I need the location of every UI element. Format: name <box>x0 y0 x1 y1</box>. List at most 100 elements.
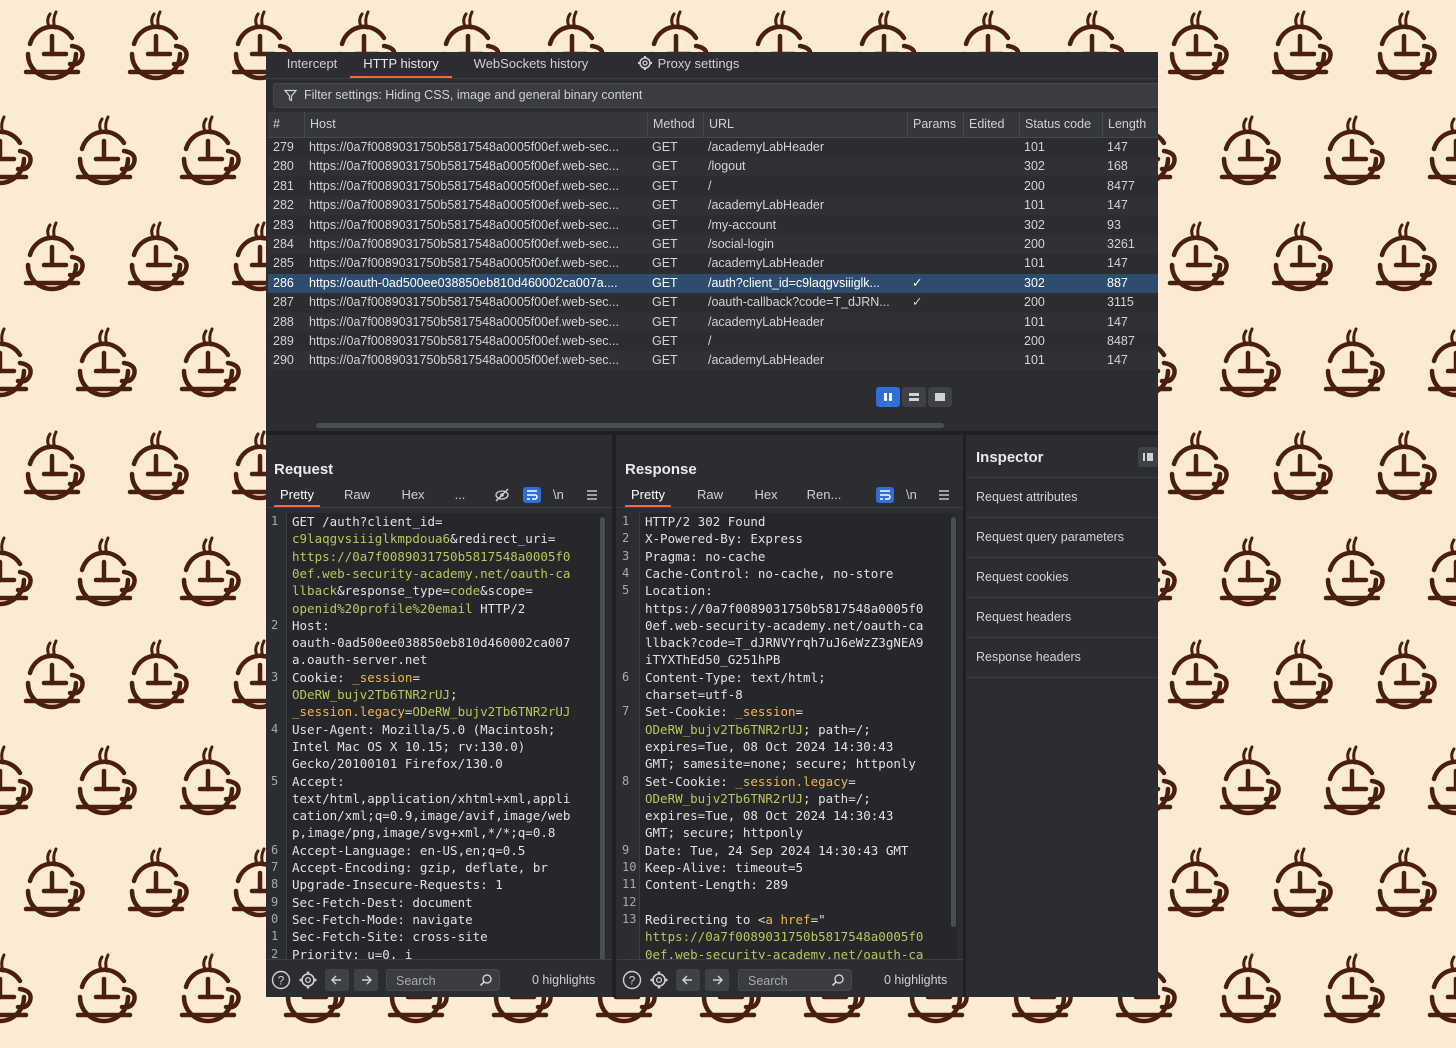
response-line-numbers: 1 2 3 4 5 6 7 8 9 10 11 12 13 <box>619 513 640 997</box>
table-cell-method: GET <box>652 237 678 251</box>
column-header[interactable]: Length <box>1102 112 1158 137</box>
menu-icon[interactable] <box>935 487 953 503</box>
response-editor[interactable]: 1 2 3 4 5 6 7 8 9 10 11 12 13 HTTP/2 302 Found X-Powe… <box>619 513 957 997</box>
code-token: Accept: <box>292 773 345 789</box>
table-cell-length: 147 <box>1107 314 1128 329</box>
coffee-cup-pattern-icon <box>1427 117 1456 186</box>
code-token: llback?code=T_dJRNVYrqh7uJ6eWzZ3gNEA9 <box>645 635 924 651</box>
line-number: 1 <box>271 929 279 944</box>
request-tab-pretty[interactable]: Pretty <box>274 485 320 507</box>
previous-match-button[interactable] <box>676 969 700 991</box>
coffee-cup-pattern-icon <box>23 10 85 81</box>
inspector-request-headers[interactable]: Request headers <box>966 597 1158 637</box>
line-number: 10 <box>622 860 637 874</box>
coffee-cup-pattern-icon <box>179 745 241 816</box>
column-header[interactable]: URL <box>703 112 907 137</box>
column-header[interactable]: Status code <box>1019 112 1102 137</box>
next-match-button[interactable] <box>705 969 729 991</box>
request-scrollbar[interactable] <box>600 517 605 987</box>
wrap-icon[interactable] <box>523 487 541 503</box>
code-line: expires=Tue, 08 Oct 2024 14:30:43 <box>645 807 893 824</box>
table-cell-params: ✓ <box>912 275 923 290</box>
coffee-cup-pattern-icon <box>1323 115 1385 186</box>
response-tab-hex[interactable]: Hex <box>747 485 785 505</box>
table-cell-method: GET <box>652 314 678 329</box>
newline-icon[interactable]: \n <box>553 487 571 503</box>
column-header[interactable]: Method <box>647 112 703 137</box>
wrap-icon[interactable] <box>876 487 894 503</box>
table-row[interactable]: 289 https://0a7f0089031750b5817548a0005f0… <box>268 332 1158 351</box>
filter-settings-bar[interactable]: Filter settings: Hiding CSS, image and g… <box>273 83 1158 108</box>
request-tab-hex[interactable]: Hex <box>394 485 432 505</box>
layout-tabs-button[interactable] <box>928 387 952 407</box>
next-match-button[interactable] <box>354 969 378 991</box>
table-row[interactable]: 281 https://0a7f0089031750b5817548a0005f0… <box>268 177 1158 196</box>
code-line: User-Agent: Mozilla/5.0 (Macintosh; <box>292 721 555 738</box>
coffee-cup-pattern-icon <box>1375 639 1437 710</box>
table-row[interactable]: 284 https://0a7f0089031750b5817548a0005f0… <box>268 235 1158 254</box>
layout-toggle <box>876 387 956 409</box>
table-row[interactable]: 290 https://0a7f0089031750b5817548a0005f0… <box>268 351 1158 371</box>
request-search-input[interactable]: Search <box>386 969 500 991</box>
column-header[interactable]: # <box>268 112 304 137</box>
code-token: llback <box>292 583 338 599</box>
table-cell-host: https://oauth-0ad500ee038850eb810d460002… <box>309 275 618 290</box>
table-row[interactable]: 282 https://0a7f0089031750b5817548a0005f0… <box>268 196 1158 216</box>
column-header[interactable]: Edited <box>963 112 1019 137</box>
coffee-cup-pattern-icon <box>127 847 189 918</box>
table-row[interactable]: 287 https://0a7f0089031750b5817548a0005f0… <box>268 293 1158 312</box>
coffee-cup-pattern-icon <box>0 953 33 1024</box>
table-horizontal-scrollbar[interactable] <box>316 423 944 428</box>
table-row[interactable]: 288 https://0a7f0089031750b5817548a0005f0… <box>268 312 1158 332</box>
line-number: 3 <box>271 669 279 684</box>
table-cell-num: 284 <box>273 237 294 251</box>
request-tab-raw[interactable]: Raw <box>336 485 378 505</box>
coffee-cup-pattern-icon <box>1219 536 1281 607</box>
gear-icon[interactable] <box>649 970 669 990</box>
line-number: 12 <box>622 894 637 909</box>
response-search-input[interactable]: Search <box>738 969 852 991</box>
request-editor[interactable]: 123456789012345 GET /auth?client_id=c9la… <box>268 513 606 997</box>
menu-icon[interactable] <box>583 487 601 503</box>
table-row[interactable]: 286 https://oauth-0ad500ee038850eb810d460… <box>268 273 1158 293</box>
help-icon[interactable]: ? <box>271 970 291 990</box>
coffee-cup-pattern-icon <box>1167 430 1229 501</box>
line-number: 8 <box>271 877 279 892</box>
inspector-response-headers[interactable]: Response headers <box>966 637 1158 678</box>
code-line: iTYXThEd50_G251hPB <box>645 651 780 668</box>
tab-proxy-settings[interactable]: Proxy settings <box>632 52 744 78</box>
code-token: ODeRW_bujv2Tb6TNR2rUJ <box>412 704 571 720</box>
tab-intercept[interactable]: Intercept <box>272 52 352 78</box>
inspector-request-attributes[interactable]: Request attributes <box>966 477 1158 517</box>
layout-stacked-button[interactable] <box>902 387 926 407</box>
eye-off-icon[interactable] <box>493 487 511 503</box>
gear-icon[interactable] <box>298 970 318 990</box>
tab-http-history[interactable]: HTTP history <box>350 52 452 78</box>
table-row[interactable]: 280 https://0a7f0089031750b5817548a0005f0… <box>268 157 1158 177</box>
table-row[interactable]: 283 https://0a7f0089031750b5817548a0005f0… <box>268 216 1158 235</box>
layout-side-by-side-button[interactable] <box>876 387 900 407</box>
column-header[interactable]: Host <box>304 112 647 137</box>
tab-websockets-history[interactable]: WebSockets history <box>462 52 600 78</box>
previous-match-button[interactable] <box>325 969 349 991</box>
code-line: Accept: <box>292 773 345 790</box>
newline-icon[interactable]: \n <box>906 487 924 503</box>
response-tab-raw[interactable]: Raw <box>689 485 731 505</box>
request-tab-more[interactable]: ... <box>448 485 472 505</box>
code-token: = <box>848 773 856 789</box>
inspector-request-cookies[interactable]: Request cookies <box>966 557 1158 597</box>
code-line: Cookie: _session= <box>292 669 420 686</box>
response-tab-pretty[interactable]: Pretty <box>625 485 671 507</box>
vertical-splitter-request-response[interactable] <box>612 435 616 997</box>
table-row[interactable]: 285 https://0a7f0089031750b5817548a0005f0… <box>268 254 1158 273</box>
inspector-collapse-button[interactable] <box>1138 447 1158 467</box>
table-row[interactable]: 279 https://0a7f0089031750b5817548a0005f0… <box>268 138 1158 157</box>
request-view-tabs: Pretty Raw Hex ... \n <box>266 485 612 508</box>
filter-settings-text: Filter settings: Hiding CSS, image and g… <box>304 88 643 102</box>
response-scrollbar[interactable] <box>951 517 956 927</box>
help-icon[interactable]: ? <box>622 970 642 990</box>
column-header[interactable]: Params <box>907 112 963 137</box>
code-token: &response_type= <box>337 583 451 599</box>
inspector-request-query-parameters[interactable]: Request query parameters <box>966 517 1158 557</box>
response-tab-render[interactable]: Ren... <box>801 485 847 505</box>
